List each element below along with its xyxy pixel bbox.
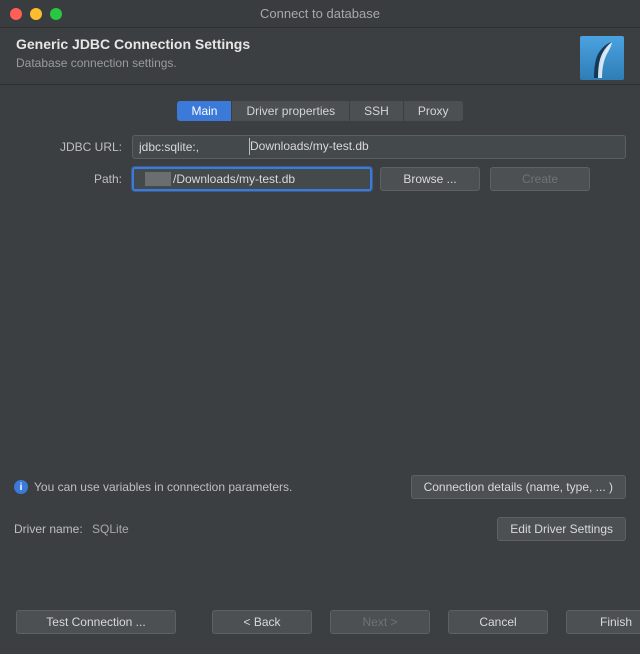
browse-button[interactable]: Browse ...: [380, 167, 480, 191]
dialog-title: Generic JDBC Connection Settings: [16, 36, 250, 52]
finish-button[interactable]: Finish: [566, 610, 640, 634]
back-button[interactable]: < Back: [212, 610, 312, 634]
connection-details-button[interactable]: Connection details (name, type, ... ): [411, 475, 626, 499]
window-title: Connect to database: [0, 6, 640, 21]
tab-driver-properties[interactable]: Driver properties: [232, 101, 350, 121]
driver-name-label: Driver name:: [14, 522, 83, 536]
tab-proxy[interactable]: Proxy: [404, 101, 463, 121]
test-connection-button[interactable]: Test Connection ...: [16, 610, 176, 634]
path-value: /Downloads/my-test.db: [173, 172, 295, 186]
path-input[interactable]: /Downloads/my-test.db: [132, 167, 372, 191]
jdbc-url-row: JDBC URL: Downloads/my-test.db: [14, 135, 626, 159]
dialog-subtitle: Database connection settings.: [16, 56, 250, 70]
settings-tabs: Main Driver properties SSH Proxy: [14, 101, 626, 121]
minimize-window-button[interactable]: [30, 8, 42, 20]
dialog-header: Generic JDBC Connection Settings Databas…: [0, 28, 640, 84]
edit-driver-settings-button[interactable]: Edit Driver Settings: [497, 517, 626, 541]
path-row: Path: /Downloads/my-test.db Browse ... C…: [14, 167, 626, 191]
cancel-button[interactable]: Cancel: [448, 610, 548, 634]
dialog-footer: Test Connection ... < Back Next > Cancel…: [0, 596, 640, 654]
info-row: i You can use variables in connection pa…: [14, 471, 626, 503]
next-button: Next >: [330, 610, 430, 634]
info-text: You can use variables in connection para…: [34, 480, 292, 494]
jdbc-url-label: JDBC URL:: [14, 140, 132, 154]
info-icon: i: [14, 480, 28, 494]
main-panel: Main Driver properties SSH Proxy JDBC UR…: [0, 85, 640, 551]
window-titlebar: Connect to database: [0, 0, 640, 28]
tab-main[interactable]: Main: [177, 101, 232, 121]
path-label: Path:: [14, 172, 132, 186]
redacted-path-segment: [145, 172, 171, 186]
zoom-window-button[interactable]: [50, 8, 62, 20]
tab-ssh[interactable]: SSH: [350, 101, 404, 121]
close-window-button[interactable]: [10, 8, 22, 20]
sqlite-logo-icon: [580, 36, 624, 80]
driver-name-value: SQLite: [92, 522, 129, 536]
jdbc-url-input[interactable]: [132, 135, 626, 159]
driver-row: Driver name: SQLite Edit Driver Settings: [14, 517, 626, 541]
text-caret: [249, 138, 250, 155]
window-controls: [0, 8, 62, 20]
create-button: Create: [490, 167, 590, 191]
